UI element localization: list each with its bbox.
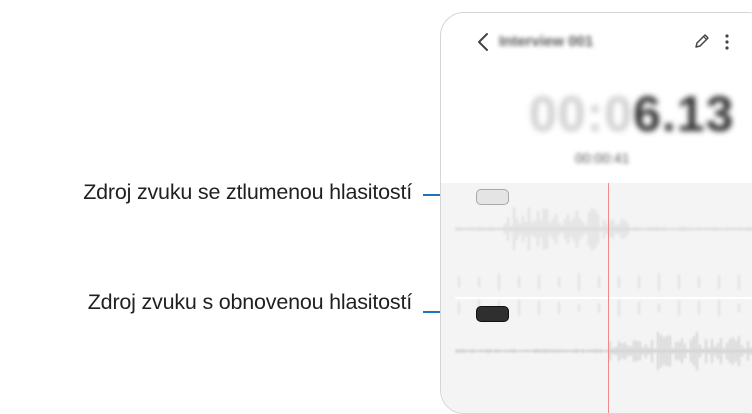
- more-vertical-icon[interactable]: [724, 32, 730, 52]
- timer-dim-digits: 00:0: [529, 86, 634, 142]
- track-toggle-restored[interactable]: [476, 306, 509, 322]
- pencil-icon[interactable]: [693, 32, 711, 50]
- elapsed-timer: 00:06.13: [529, 85, 734, 143]
- app-bar: Interview 001: [441, 13, 752, 73]
- waveform-track-1: [455, 207, 752, 251]
- callout-restored-label: Zdroj zvuku s obnovenou hlasitostí: [87, 290, 412, 314]
- chevron-left-icon[interactable]: [475, 31, 493, 53]
- track-toggle-muted[interactable]: [476, 189, 509, 205]
- playhead-line: [608, 183, 610, 413]
- waveform-track-2: [455, 331, 752, 371]
- recording-title: Interview 001: [499, 33, 594, 50]
- phone-screen: Interview 001 00:06.13 00:00:41: [440, 12, 752, 414]
- total-duration: 00:00:41: [575, 150, 630, 166]
- callout-muted-label: Zdroj zvuku se ztlumenou hlasitostí: [83, 180, 412, 204]
- timer-main-digits: 6.13: [633, 86, 735, 142]
